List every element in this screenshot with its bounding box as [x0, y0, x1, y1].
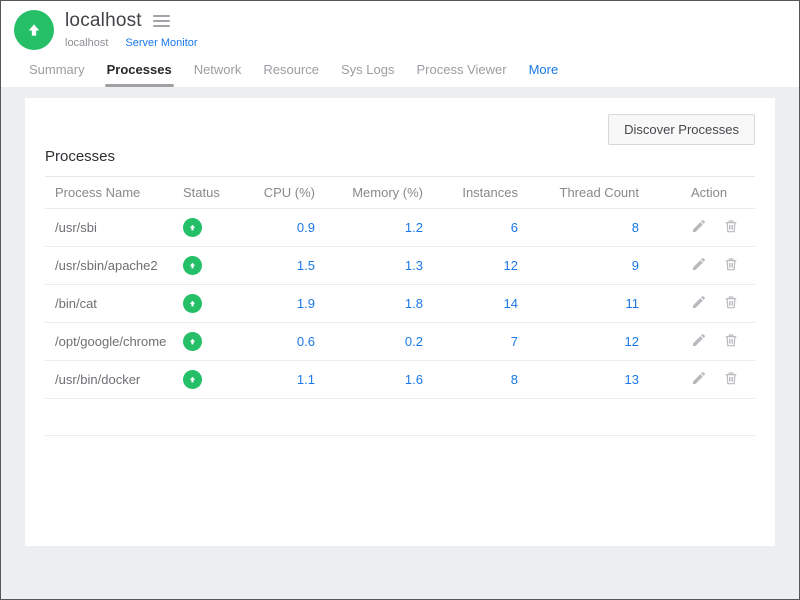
memory-value-link[interactable]: 1.2 — [405, 220, 423, 235]
instances-value-link[interactable]: 6 — [511, 220, 518, 235]
page-background: Discover Processes Processes Process Nam… — [1, 87, 799, 599]
status-up-icon — [183, 255, 202, 275]
table-row: /bin/cat 1.9 1.8 14 11 — [45, 284, 755, 323]
delete-trash-icon[interactable] — [723, 294, 739, 310]
cpu-value-link[interactable]: 1.5 — [297, 258, 315, 273]
processes-table: Process Name Status CPU (%) Memory (%) I… — [45, 177, 755, 436]
edit-pencil-icon[interactable] — [691, 370, 707, 386]
status-up-icon — [183, 293, 202, 313]
table-row: /opt/google/chrome 0.6 0.2 7 12 — [45, 322, 755, 361]
cpu-value-link[interactable]: 0.9 — [297, 220, 315, 235]
process-name: /opt/google/chrome — [45, 322, 183, 361]
tab-bar: Summary Processes Network Resource Sys L… — [1, 56, 799, 87]
col-header-process-name: Process Name — [45, 177, 183, 209]
memory-value-link[interactable]: 1.6 — [405, 372, 423, 387]
tab-processes[interactable]: Processes — [96, 56, 183, 87]
col-header-memory: Memory (%) — [315, 177, 423, 209]
process-name: /bin/cat — [45, 284, 183, 323]
col-header-threads: Thread Count — [518, 177, 639, 209]
instances-value-link[interactable]: 14 — [504, 296, 518, 311]
status-up-icon — [183, 331, 202, 351]
edit-pencil-icon[interactable] — [691, 218, 707, 234]
delete-trash-icon[interactable] — [723, 332, 739, 348]
table-row: /usr/sbin/apache2 1.5 1.3 12 9 — [45, 246, 755, 285]
processes-card: Discover Processes Processes Process Nam… — [25, 98, 775, 546]
breadcrumb: localhost Server Monitor — [65, 37, 198, 49]
status-up-icon — [183, 369, 202, 389]
threads-value-link[interactable]: 11 — [626, 296, 640, 311]
threads-value-link[interactable]: 8 — [632, 220, 639, 235]
instances-value-link[interactable]: 12 — [504, 258, 518, 273]
cpu-value-link[interactable]: 0.6 — [297, 334, 315, 349]
section-title: Processes — [45, 148, 755, 177]
discover-processes-button[interactable]: Discover Processes — [608, 114, 755, 145]
edit-pencil-icon[interactable] — [691, 332, 707, 348]
process-name: /usr/bin/docker — [45, 360, 183, 399]
table-header-row: Process Name Status CPU (%) Memory (%) I… — [45, 177, 755, 209]
col-header-cpu: CPU (%) — [235, 177, 315, 209]
edit-pencil-icon[interactable] — [691, 294, 707, 310]
page-title: localhost — [65, 10, 142, 31]
monitor-header: localhost localhost Server Monitor — [1, 1, 799, 50]
instances-value-link[interactable]: 7 — [511, 334, 518, 349]
delete-trash-icon[interactable] — [723, 370, 739, 386]
breadcrumb-monitor-link[interactable]: Server Monitor — [125, 37, 197, 49]
up-arrow-icon — [25, 21, 43, 39]
cpu-value-link[interactable]: 1.9 — [297, 296, 315, 311]
process-name: /usr/sbin/apache2 — [45, 246, 183, 285]
tab-network[interactable]: Network — [183, 56, 253, 87]
delete-trash-icon[interactable] — [723, 256, 739, 272]
table-row: /usr/bin/docker 1.1 1.6 8 13 — [45, 360, 755, 399]
instances-value-link[interactable]: 8 — [511, 372, 518, 387]
tab-summary[interactable]: Summary — [18, 56, 96, 87]
tab-resource[interactable]: Resource — [252, 56, 330, 87]
threads-value-link[interactable]: 13 — [625, 372, 639, 387]
delete-trash-icon[interactable] — [723, 218, 739, 234]
col-header-instances: Instances — [423, 177, 518, 209]
app-window: localhost localhost Server Monitor Summa… — [0, 0, 800, 600]
monitor-status-avatar — [14, 10, 54, 50]
memory-value-link[interactable]: 1.3 — [405, 258, 423, 273]
process-name: /usr/sbi — [45, 208, 183, 247]
tab-process-viewer[interactable]: Process Viewer — [406, 56, 518, 87]
memory-value-link[interactable]: 1.8 — [405, 296, 423, 311]
breadcrumb-host: localhost — [65, 37, 109, 49]
cpu-value-link[interactable]: 1.1 — [297, 372, 315, 387]
empty-table-row — [45, 398, 755, 436]
hamburger-menu-icon[interactable] — [151, 13, 172, 29]
status-up-icon — [183, 217, 202, 237]
threads-value-link[interactable]: 9 — [632, 258, 639, 273]
table-row: /usr/sbi 0.9 1.2 6 8 — [45, 208, 755, 247]
monitor-title-block: localhost localhost Server Monitor — [65, 10, 198, 49]
edit-pencil-icon[interactable] — [691, 256, 707, 272]
threads-value-link[interactable]: 12 — [625, 334, 639, 349]
tab-more[interactable]: More — [518, 56, 570, 87]
col-header-status: Status — [183, 177, 235, 209]
col-header-action: Action — [639, 177, 755, 209]
memory-value-link[interactable]: 0.2 — [405, 334, 423, 349]
tab-sys-logs[interactable]: Sys Logs — [330, 56, 405, 87]
